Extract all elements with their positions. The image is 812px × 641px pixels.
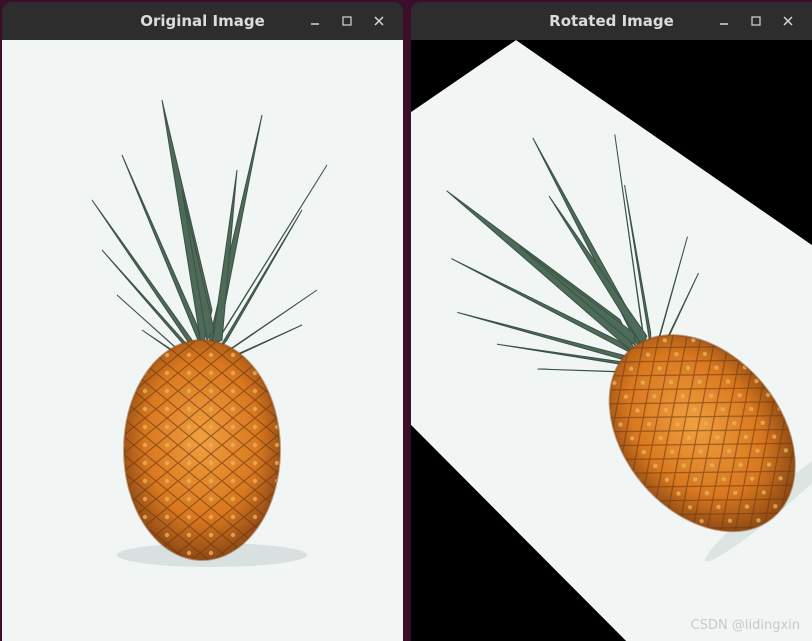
- minimize-button[interactable]: [301, 10, 329, 32]
- maximize-button[interactable]: [333, 10, 361, 32]
- rotated-image-window: Rotated Image CSDN @lidingxin: [411, 2, 812, 641]
- titlebar-rotated[interactable]: Rotated Image: [411, 2, 812, 40]
- original-image-window: Original Image: [2, 2, 403, 641]
- close-button[interactable]: [365, 10, 393, 32]
- window-controls-original: [301, 10, 393, 32]
- close-button[interactable]: [774, 10, 802, 32]
- close-icon: [374, 16, 384, 26]
- minimize-icon: [720, 23, 728, 25]
- maximize-button[interactable]: [742, 10, 770, 32]
- window-controls-rotated: [710, 10, 802, 32]
- minimize-button[interactable]: [710, 10, 738, 32]
- rotated-pineapple-image: [411, 40, 812, 641]
- rotated-image-canvas: CSDN @lidingxin: [411, 40, 812, 641]
- close-icon: [783, 16, 793, 26]
- minimize-icon: [311, 23, 319, 25]
- original-image-canvas: [2, 40, 403, 641]
- maximize-icon: [342, 16, 352, 26]
- watermark-text: CSDN @lidingxin: [690, 618, 800, 633]
- titlebar-original[interactable]: Original Image: [2, 2, 403, 40]
- maximize-icon: [751, 16, 761, 26]
- pineapple-image: [91, 99, 328, 567]
